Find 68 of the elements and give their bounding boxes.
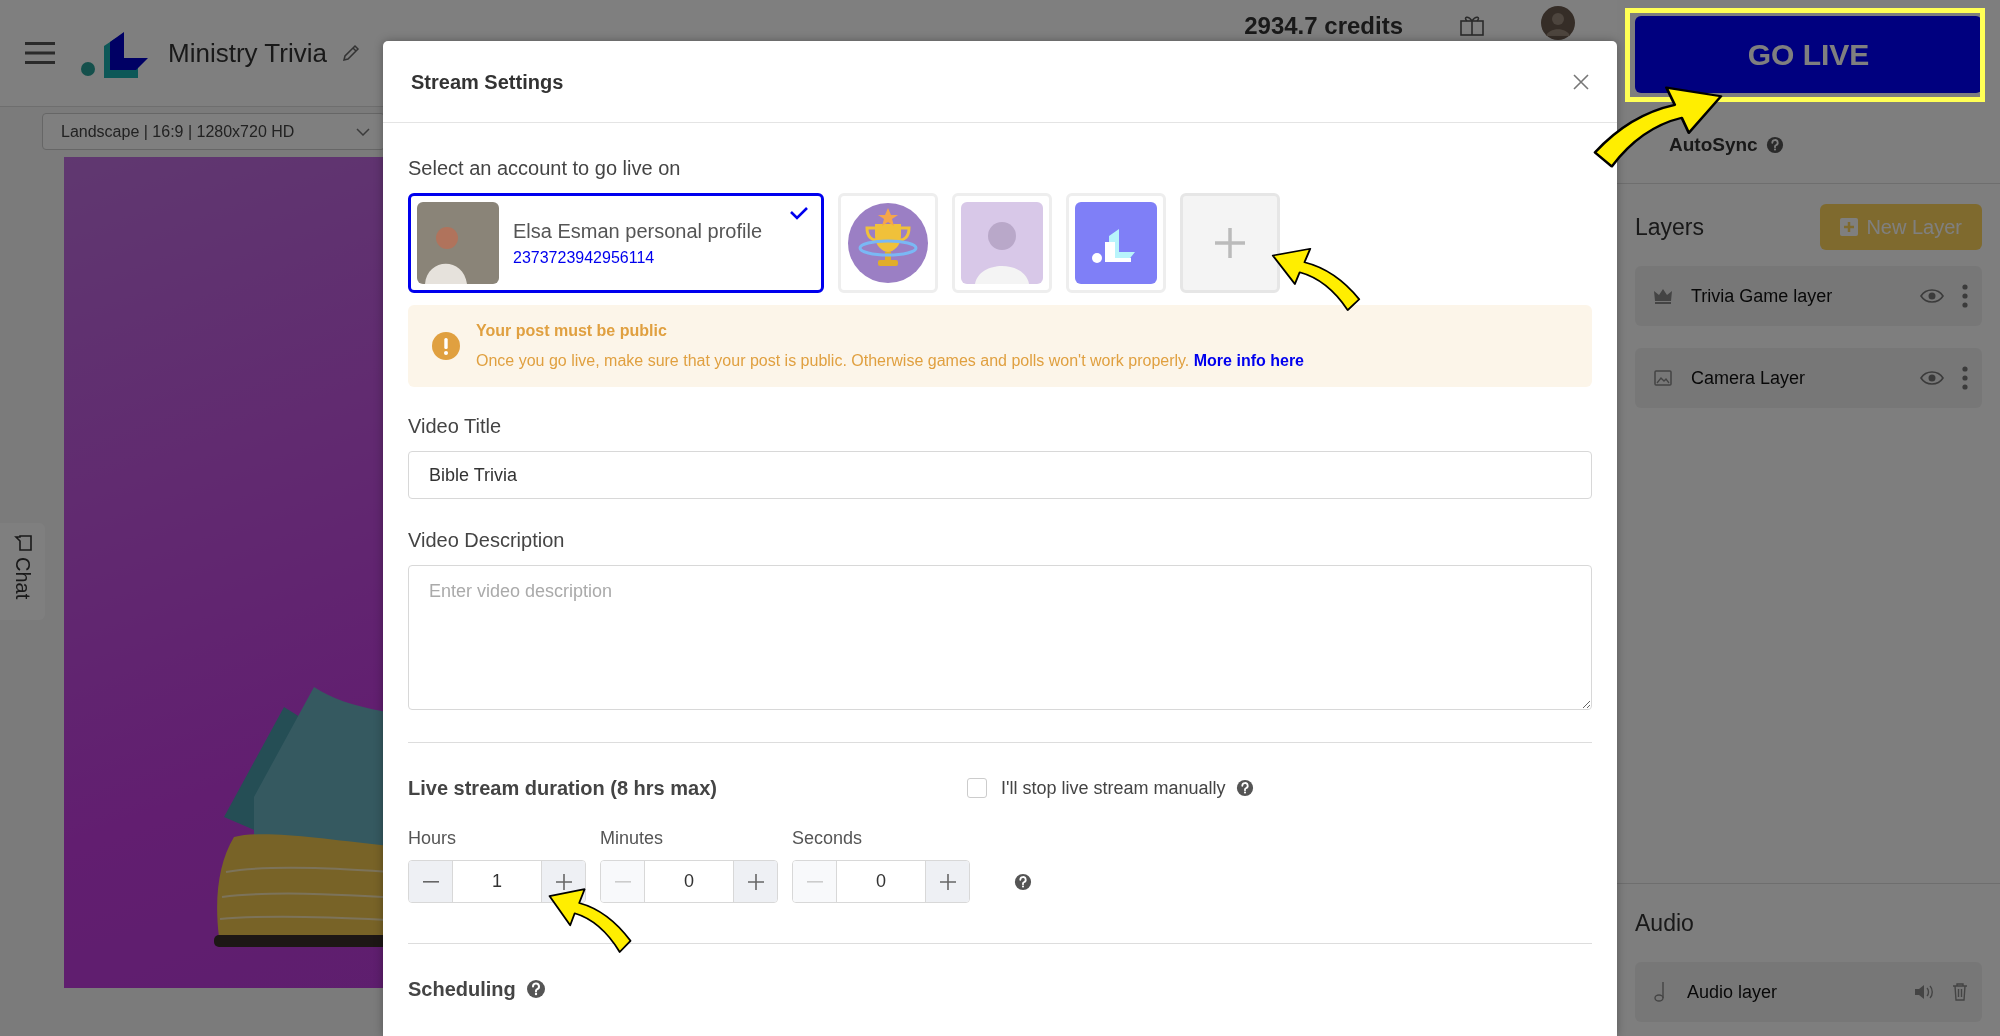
number-field[interactable]: 1	[452, 861, 542, 902]
plus-icon	[747, 873, 764, 890]
audio-row[interactable]: Audio layer	[1635, 962, 1982, 1022]
checkmark-icon	[789, 206, 809, 220]
number-stepper[interactable]: 0	[600, 860, 778, 903]
dialog-title: Stream Settings	[411, 69, 564, 95]
alert-title: Your post must be public	[476, 321, 668, 341]
chat-bubble-icon	[12, 533, 33, 553]
number-stepper[interactable]: 1	[408, 860, 586, 903]
menu-icon[interactable]	[25, 41, 55, 65]
go-live-button[interactable]: GO LIVE	[1635, 16, 1982, 93]
help-icon[interactable]	[1235, 779, 1254, 797]
chevron-icon	[356, 127, 370, 136]
account-card[interactable]: Elsa Esman personal profile 2373723942956114	[408, 193, 824, 293]
logo-icon	[1075, 202, 1157, 284]
minus-icon	[806, 880, 823, 883]
autosync-label: AutoSync	[1669, 132, 1758, 157]
help-icon[interactable]	[1014, 873, 1032, 891]
video-description-field[interactable]: Enter video description	[408, 565, 1592, 710]
section-heading: Scheduling	[408, 977, 516, 1002]
credits-balance: 2934.7 credits	[1244, 12, 1403, 40]
gift-icon[interactable]	[1459, 14, 1485, 36]
layer-row[interactable]: Trivia Game layer	[1635, 266, 1982, 326]
layers-heading: Layers	[1635, 212, 1705, 242]
warning-icon	[432, 332, 460, 360]
checkbox-label: I'll stop live stream manually	[1001, 776, 1226, 800]
minus-icon	[422, 880, 439, 883]
close-icon[interactable]	[1573, 73, 1589, 90]
avatar[interactable]	[1541, 6, 1575, 40]
eye-icon[interactable]	[1920, 370, 1944, 386]
image-icon	[1653, 368, 1673, 388]
field-label: Minutes	[600, 827, 665, 850]
account-card[interactable]	[838, 193, 938, 293]
plus-square-icon	[1840, 218, 1859, 236]
number-stepper[interactable]: 0	[792, 860, 970, 903]
field-label: Seconds	[792, 827, 864, 850]
help-icon[interactable]	[525, 979, 546, 999]
plus-icon	[555, 873, 572, 890]
account-card[interactable]	[952, 193, 1052, 293]
kebab-menu-icon[interactable]	[1962, 284, 1968, 308]
account-id: 2373723942956114	[513, 248, 656, 268]
alert-text: Once you go live, make sure that your post is public. Otherwise games and polls won't work properly. More info here	[476, 351, 1304, 371]
field-label: Video Description	[408, 528, 566, 553]
audio-heading: Audio	[1634, 908, 1695, 938]
section-heading: Live stream duration (8 hrs max)	[408, 776, 718, 801]
minus-icon	[614, 880, 631, 883]
field-label: Hours	[408, 827, 457, 850]
help-icon[interactable]	[1765, 136, 1784, 154]
number-field[interactable]: 0	[644, 861, 734, 902]
number-field[interactable]: 0	[836, 861, 926, 902]
field-label: Select an account to go live on	[408, 156, 682, 181]
field-label: Video Title	[408, 414, 503, 439]
pencil-icon[interactable]	[340, 43, 361, 63]
plus-icon	[1214, 227, 1246, 259]
layer-row[interactable]: Camera Layer	[1635, 348, 1982, 408]
format-dropdown[interactable]: Landscape | 16:9 | 1280x720 HD	[42, 113, 385, 150]
plus-icon	[939, 873, 956, 890]
video-title-field[interactable]: Bible Trivia	[408, 451, 1592, 499]
trash-icon[interactable]	[1952, 983, 1968, 1001]
more-info-link[interactable]: More info here	[1193, 352, 1304, 369]
eye-icon[interactable]	[1920, 288, 1944, 304]
account-name: Elsa Esman personal profile	[513, 219, 762, 244]
project-title: Ministry Trivia	[168, 36, 327, 70]
account-card[interactable]	[1066, 193, 1166, 293]
checkbox[interactable]	[967, 778, 987, 798]
chat-tab[interactable]: Chat	[0, 523, 45, 620]
speaker-icon[interactable]	[1914, 984, 1934, 1000]
kebab-menu-icon[interactable]	[1962, 366, 1968, 390]
